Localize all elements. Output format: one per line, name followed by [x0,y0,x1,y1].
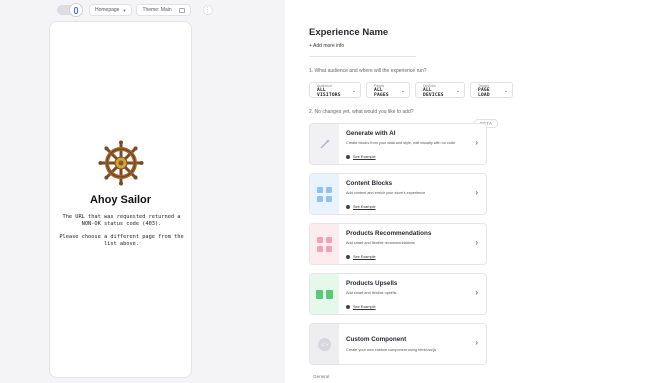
content-blocks-card[interactable]: Content Blocks Add content and enrich yo… [309,173,487,215]
more-options-button[interactable]: ⋮ [202,5,213,15]
trigger-select[interactable]: Trigger PAGE LOAD ⌄ [470,82,513,98]
eye-icon [346,255,350,259]
magic-wand-icon [319,139,330,149]
chevron-right-icon: › [475,288,478,297]
see-example-label: See Example [353,205,376,209]
error-instruction: Please choose a different page from the … [59,234,184,247]
audience-value: ALL VISITORS [317,88,341,98]
chevron-right-icon: › [475,188,478,197]
eye-icon [346,155,350,159]
mobile-icon [69,3,83,17]
recommendations-icon [317,236,332,252]
theme-icon [178,7,185,13]
add-more-info-link[interactable]: + Add more info [309,43,344,49]
theme-label: Theme: Main [142,7,172,13]
page-select[interactable]: Homepage ▼ [89,4,133,16]
blocks-thumb [310,174,339,214]
general-section-label: General [313,374,330,379]
audience-select[interactable]: Audience ALL VISITORS ⌄ [309,82,361,98]
custom-thumb: </> [310,324,339,364]
chevron-down-icon: ⌄ [351,88,356,94]
card-title: Products Recommendations [346,230,432,237]
chevron-right-icon: › [475,138,478,147]
chevron-down-icon: ⌄ [503,88,508,94]
card-title: Custom Component [346,336,407,343]
card-desc: Create blocks from your data and style, … [346,141,456,145]
blocks-icon [317,186,332,202]
upsells-icon [316,289,333,299]
devices-value: ALL DEVICES [423,88,444,98]
mobile-preview-frame: Ahoy Sailor The URL that was requested r… [49,21,192,378]
card-title: Content Blocks [346,180,393,187]
card-title: Generate with AI [346,130,396,137]
chevron-right-icon: › [475,338,478,347]
add-question: 2. No changes yet, what would you like t… [309,109,414,115]
chevron-down-icon: ⌄ [455,88,460,94]
editor-panel: Experience Name + Add more info 1. What … [309,0,670,383]
pages-select[interactable]: Pages ALL PAGES ⌄ [366,82,410,98]
error-message: The URL that was requested returned a NO… [62,214,181,227]
code-icon: </> [318,337,331,351]
pages-value: ALL PAGES [374,88,389,98]
preview-pane: Homepage ▼ Theme: Main ⋮ Ahoy Sailor The… [0,0,285,383]
page-select-label: Homepage [95,7,120,13]
trigger-value: PAGE LOAD [478,88,490,98]
ship-wheel-icon [98,140,144,186]
chevron-right-icon: › [475,238,478,247]
generate-ai-card[interactable]: Generate with AI Create blocks from your… [309,123,487,165]
audience-question: 1. What audience and where will the expe… [309,68,427,74]
device-toggle[interactable] [57,3,83,17]
eye-icon [346,305,350,309]
card-desc: Create your own custom component using h… [346,348,436,352]
chevron-down-icon: ⌄ [400,88,405,94]
see-example-label: See Example [353,255,376,259]
ai-thumb [310,124,339,164]
card-title: Products Upsells [346,280,398,287]
card-desc: Add content and enrich your store's expe… [346,191,426,195]
see-example-link[interactable]: See Example [346,305,376,309]
experience-name-title[interactable]: Experience Name [309,27,388,38]
products-upsells-card[interactable]: Products Upsells Add smart and flexible … [309,273,487,315]
card-desc: Add smart and flexible upsells [346,291,397,295]
see-example-label: See Example [353,305,376,309]
custom-component-card[interactable]: </> Custom Component Create your own cus… [309,323,487,365]
devices-select[interactable]: Devices ALL DEVICES ⌄ [415,82,465,98]
upsell-thumb [310,274,339,314]
divider [309,56,416,57]
eye-icon [346,205,350,209]
see-example-link[interactable]: See Example [346,255,376,259]
see-example-label: See Example [353,155,376,159]
preview-toolbar: Homepage ▼ Theme: Main ⋮ [57,3,213,17]
recs-thumb [310,224,339,264]
see-example-link[interactable]: See Example [346,205,376,209]
targeting-selectors: Audience ALL VISITORS ⌄ Pages ALL PAGES ⌄ … [309,82,513,98]
card-desc: Add smart and flexible recommendations [346,241,415,245]
chevron-down-icon: ▼ [122,7,127,13]
theme-select[interactable]: Theme: Main [136,4,191,16]
error-title: Ahoy Sailor [89,194,152,206]
products-recommendations-card[interactable]: Products Recommendations Add smart and f… [309,223,487,265]
see-example-link[interactable]: See Example [346,155,376,159]
